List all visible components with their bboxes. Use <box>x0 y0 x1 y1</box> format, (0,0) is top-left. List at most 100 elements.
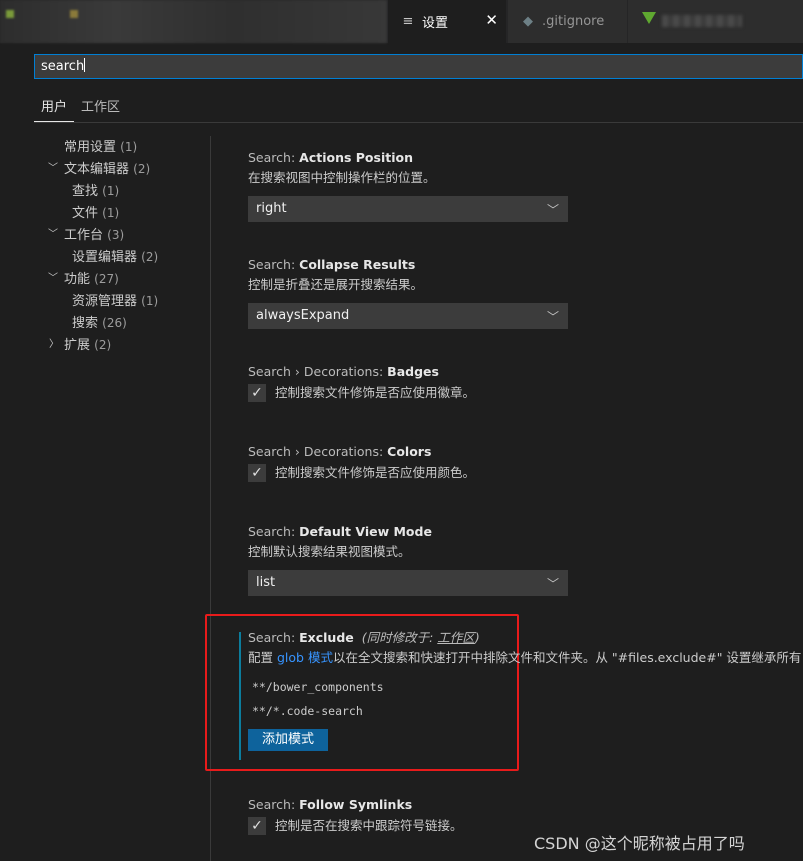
setting-category: Search: <box>248 524 300 539</box>
toc-item-count: (26) <box>102 316 127 330</box>
setting-category: Search: <box>248 150 300 165</box>
git-diamond-icon: ◆ <box>523 14 533 29</box>
toc-item-search[interactable]: 搜索 (26) <box>34 312 210 334</box>
setting-actions-position: Search: Actions Position 在搜索视图中控制操作栏的位置。… <box>248 148 568 222</box>
actions-position-select[interactable]: right ﹀ <box>248 196 568 222</box>
toc-item-features[interactable]: ﹀ 功能 (27) <box>34 268 210 290</box>
toc-item-count: (2) <box>141 250 159 264</box>
toc-item-label: 资源管理器 <box>72 294 138 309</box>
setting-name: Collapse Results <box>299 257 416 272</box>
tab-user[interactable]: 用户 <box>34 92 75 122</box>
tab-workspace[interactable]: 工作区 <box>74 92 127 122</box>
setting-decorations-colors: Search › Decorations: Colors ✓ 控制搜索文件修饰是… <box>248 442 475 484</box>
chevron-down-icon: ﹀ <box>546 577 559 591</box>
check-row: ✓ 控制搜索文件修饰是否应使用颜色。 <box>248 462 475 484</box>
setting-description: 控制是折叠还是展开搜索结果。 <box>248 277 424 292</box>
also-modified-suffix: ) <box>474 630 480 645</box>
desc-suffix: 以在全文搜索和快速打开中排除文件和文件夹。从 "#files.exclude#"… <box>332 650 802 665</box>
toc-item-find[interactable]: 查找 (1) <box>34 180 210 202</box>
setting-title: Search › Decorations: Badges <box>248 362 475 382</box>
setting-description: 在搜索视图中控制操作栏的位置。 <box>248 170 436 185</box>
setting-title: Search: Default View Mode <box>248 522 568 542</box>
chevron-down-icon: ﹀ <box>546 203 559 217</box>
setting-category: Search › Decorations: <box>248 364 388 379</box>
setting-title: Search: Actions Position <box>248 148 568 168</box>
exclude-pattern-list: **/bower_components **/*.code-search <box>248 675 801 723</box>
close-icon[interactable]: ✕ <box>485 11 498 29</box>
toc-item-settings-editor[interactable]: 设置编辑器 (2) <box>34 246 210 268</box>
select-value: right <box>256 201 287 216</box>
toc-item-count: (27) <box>94 272 119 286</box>
collapse-results-select[interactable]: alwaysExpand ﹀ <box>248 303 568 329</box>
toc-item-count: (2) <box>94 338 112 352</box>
settings-scope-tabs: 用户 工作区 <box>34 92 127 122</box>
modified-indicator <box>239 632 241 760</box>
setting-description: 控制搜索文件修饰是否应使用徽章。 <box>275 385 476 400</box>
setting-category: Search: <box>248 630 300 645</box>
toc-item-label: 设置编辑器 <box>72 250 138 265</box>
toc-item-count: (2) <box>133 162 151 176</box>
setting-title: Search: Exclude (同时修改于: 工作区) <box>248 628 801 648</box>
setting-category: Search: <box>248 257 300 272</box>
chevron-down-icon[interactable]: ﹀ <box>48 268 58 290</box>
tab-gitignore-label: .gitignore <box>542 14 605 29</box>
vue-icon <box>642 12 656 24</box>
setting-name: Follow Symlinks <box>299 797 413 812</box>
toc-item-label: 文本编辑器 <box>64 162 130 177</box>
also-modified-prefix: (同时修改于: <box>361 630 438 645</box>
check-row: ✓ 控制搜索文件修饰是否应使用徽章。 <box>248 382 475 404</box>
setting-title: Search: Follow Symlinks <box>248 795 463 815</box>
chevron-down-icon[interactable]: ﹀ <box>48 158 58 180</box>
chevron-down-icon: ﹀ <box>546 310 559 324</box>
tab-settings[interactable]: ≡ 设置 ✕ <box>388 0 506 43</box>
badges-checkbox[interactable]: ✓ <box>248 384 266 402</box>
toc-item-label: 文件 <box>72 206 99 221</box>
settings-search-input[interactable]: search <box>34 54 803 79</box>
desc-prefix: 配置 <box>248 650 277 665</box>
glob-pattern-link[interactable]: glob 模式 <box>277 650 333 665</box>
toc-item-workbench[interactable]: ﹀ 工作台 (3) <box>34 224 210 246</box>
add-pattern-button[interactable]: 添加模式 <box>248 729 329 751</box>
chevron-right-icon[interactable]: 〉 <box>49 334 59 356</box>
setting-name: Colors <box>387 444 432 459</box>
setting-title: Search: Collapse Results <box>248 255 568 275</box>
blurred-tab[interactable] <box>0 0 387 43</box>
setting-description: 控制搜索文件修饰是否应使用颜色。 <box>275 465 476 480</box>
exclude-pattern-item[interactable]: **/bower_components <box>248 675 801 699</box>
exclude-pattern-item[interactable]: **/*.code-search <box>248 699 801 723</box>
blurred-tab-vue[interactable] <box>628 0 803 43</box>
toc-item-count: (1) <box>102 184 120 198</box>
follow-symlinks-checkbox[interactable]: ✓ <box>248 817 266 835</box>
toc-item-count: (1) <box>141 294 159 308</box>
select-value: alwaysExpand <box>256 308 350 323</box>
setting-follow-symlinks: Search: Follow Symlinks ✓ 控制是否在搜索中跟踪符号链接… <box>248 795 463 837</box>
chevron-down-icon[interactable]: ﹀ <box>48 224 58 246</box>
setting-default-view-mode: Search: Default View Mode 控制默认搜索结果视图模式。 … <box>248 522 568 596</box>
toc-item-label: 工作台 <box>64 228 104 243</box>
default-view-mode-select[interactable]: list ﹀ <box>248 570 568 596</box>
setting-collapse-results: Search: Collapse Results 控制是折叠还是展开搜索结果。 … <box>248 255 568 329</box>
setting-exclude: Search: Exclude (同时修改于: 工作区) 配置 glob 模式以… <box>248 628 801 751</box>
toc-item-text-editor[interactable]: ﹀ 文本编辑器 (2) <box>34 158 210 180</box>
toc-item-extensions[interactable]: 〉 扩展 (2) <box>34 334 210 356</box>
setting-category: Search: <box>248 797 300 812</box>
setting-description: 控制默认搜索结果视图模式。 <box>248 544 411 559</box>
toc-item-label: 查找 <box>72 184 99 199</box>
blurred-tab-label <box>662 15 742 27</box>
editor-tab-bar: ≡ 设置 ✕ ◆ .gitignore <box>0 0 803 43</box>
toc-item-label: 常用设置 <box>64 140 117 155</box>
check-row: ✓ 控制是否在搜索中跟踪符号链接。 <box>248 815 463 837</box>
toc-item-explorer[interactable]: 资源管理器 (1) <box>34 290 210 312</box>
toc-item-common[interactable]: 常用设置 (1) <box>34 136 210 158</box>
toc-item-label: 扩展 <box>64 338 91 353</box>
setting-title: Search › Decorations: Colors <box>248 442 475 462</box>
toc-item-label: 搜索 <box>72 316 99 331</box>
toc-item-count: (3) <box>107 228 125 242</box>
also-modified-link[interactable]: 工作区 <box>437 630 475 645</box>
setting-description: 配置 glob 模式以在全文搜索和快速打开中排除文件和文件夹。从 "#files… <box>248 648 801 668</box>
tab-gitignore[interactable]: ◆ .gitignore <box>507 0 627 43</box>
setting-name: Default View Mode <box>299 524 432 539</box>
settings-toc: 常用设置 (1) ﹀ 文本编辑器 (2) 查找 (1) 文件 (1) ﹀ 工作台… <box>34 136 210 356</box>
toc-item-files[interactable]: 文件 (1) <box>34 202 210 224</box>
colors-checkbox[interactable]: ✓ <box>248 464 266 482</box>
